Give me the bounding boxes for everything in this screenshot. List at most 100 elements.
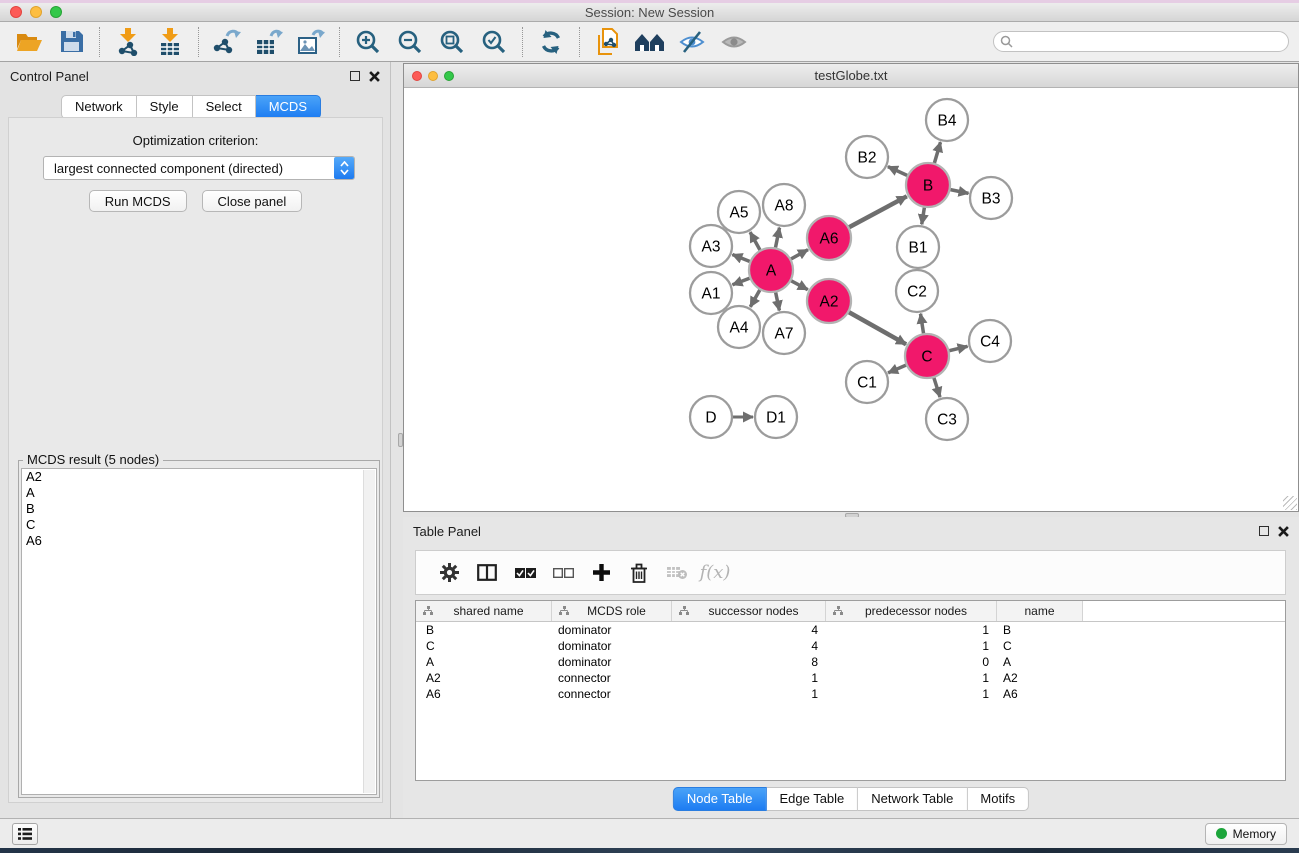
deselect-all-button[interactable]	[544, 555, 582, 591]
status-bar: Memory	[0, 818, 1299, 848]
import-network-icon	[115, 28, 141, 56]
cell[interactable]: A2	[997, 671, 1083, 685]
save-session-button[interactable]	[50, 25, 92, 59]
cell[interactable]: A	[416, 655, 552, 669]
result-item-a6[interactable]: A6	[22, 533, 376, 549]
cell[interactable]: 1	[826, 639, 997, 653]
tab-mcds[interactable]: MCDS	[256, 95, 321, 119]
table-row[interactable]: A2connector11A2	[416, 670, 1285, 686]
cell[interactable]: 1	[826, 671, 997, 685]
cell[interactable]: dominator	[552, 655, 672, 669]
result-item-a2[interactable]: A2	[22, 469, 376, 485]
column-header-predecessor-nodes[interactable]: predecessor nodes	[826, 601, 997, 621]
cell[interactable]: 1	[826, 687, 997, 701]
close-panel-button[interactable]: Close panel	[202, 190, 303, 212]
export-network-button[interactable]	[206, 25, 248, 59]
table-row[interactable]: Bdominator41B	[416, 622, 1285, 638]
tab-network[interactable]: Network	[61, 95, 137, 119]
zoom-in-button[interactable]	[347, 25, 389, 59]
show-all-button[interactable]	[713, 25, 755, 59]
close-panel-icon[interactable]	[369, 71, 380, 82]
float-table-panel-icon[interactable]	[1259, 526, 1269, 536]
cell[interactable]: dominator	[552, 623, 672, 637]
cell[interactable]: B	[416, 623, 552, 637]
export-image-button[interactable]	[290, 25, 332, 59]
node-label-C3: C3	[937, 412, 957, 429]
result-scrollbar[interactable]	[363, 470, 375, 793]
import-table-icon	[157, 28, 183, 56]
cell[interactable]: C	[997, 639, 1083, 653]
result-item-a[interactable]: A	[22, 485, 376, 501]
cell[interactable]: 1	[826, 623, 997, 637]
tab-select[interactable]: Select	[193, 95, 256, 119]
cell[interactable]: connector	[552, 687, 672, 701]
cell[interactable]: connector	[552, 671, 672, 685]
close-table-panel-icon[interactable]	[1278, 526, 1289, 537]
first-neighbors-button[interactable]	[629, 25, 671, 59]
delete-row-button[interactable]	[620, 555, 658, 591]
criterion-select[interactable]: largest connected component (directed)	[43, 156, 355, 180]
add-row-button[interactable]	[582, 555, 620, 591]
memory-button[interactable]: Memory	[1205, 823, 1287, 845]
hide-selected-button[interactable]	[671, 25, 713, 59]
node-table: shared nameMCDS rolesuccessor nodesprede…	[415, 600, 1286, 781]
column-header-successor-nodes[interactable]: successor nodes	[672, 601, 826, 621]
export-table-button[interactable]	[248, 25, 290, 59]
table-options-button[interactable]	[430, 555, 468, 591]
cell[interactable]: 4	[672, 623, 826, 637]
vertical-splitter-handle[interactable]	[398, 433, 403, 447]
cell[interactable]: B	[997, 623, 1083, 637]
float-panel-icon[interactable]	[350, 71, 360, 81]
tab-motifs[interactable]: Motifs	[967, 787, 1029, 811]
network-canvas[interactable]: B4B2BB3B1A5A8A6A3AA1A2C2A4A7C4CC1C3DD1	[404, 88, 1298, 511]
select-all-button[interactable]	[506, 555, 544, 591]
cell[interactable]: C	[416, 639, 552, 653]
column-header-name[interactable]: name	[997, 601, 1083, 621]
run-mcds-button[interactable]: Run MCDS	[89, 190, 187, 212]
network-list-button[interactable]	[12, 823, 38, 845]
import-table-button[interactable]	[149, 25, 191, 59]
attribute-icon	[423, 606, 433, 616]
node-label-B1: B1	[909, 240, 928, 257]
mcds-result-group: MCDS result (5 nodes) A2ABCA6	[18, 460, 380, 798]
cell[interactable]: 1	[672, 671, 826, 685]
desktop-strip-bottom	[0, 848, 1299, 853]
node-label-A2: A2	[820, 294, 839, 311]
tab-style[interactable]: Style	[137, 95, 193, 119]
column-header-mcds-role[interactable]: MCDS role	[552, 601, 672, 621]
cell[interactable]: 1	[672, 687, 826, 701]
column-selector-button[interactable]	[468, 555, 506, 591]
apply-layout-button[interactable]	[530, 25, 572, 59]
table-row[interactable]: Cdominator41C	[416, 638, 1285, 654]
search-input[interactable]	[993, 31, 1289, 52]
column-header-shared-name[interactable]: shared name	[416, 601, 552, 621]
zoom-fit-button[interactable]	[431, 25, 473, 59]
tab-edge-table[interactable]: Edge Table	[766, 787, 858, 811]
table-row[interactable]: A6connector11A6	[416, 686, 1285, 702]
column-label: name	[1004, 604, 1082, 618]
import-network-button[interactable]	[107, 25, 149, 59]
window-title: Session: New Session	[0, 5, 1299, 20]
show-all-eye-icon	[720, 30, 748, 54]
fx-icon: f(x)	[700, 562, 731, 583]
tab-network-table[interactable]: Network Table	[858, 787, 967, 811]
cell[interactable]: A	[997, 655, 1083, 669]
open-session-button[interactable]	[8, 25, 50, 59]
cell[interactable]: 8	[672, 655, 826, 669]
function-builder-button[interactable]: f(x)	[696, 555, 734, 591]
cell[interactable]: dominator	[552, 639, 672, 653]
window-resize-grip[interactable]	[1283, 496, 1297, 510]
table-row[interactable]: Adominator80A	[416, 654, 1285, 670]
zoom-selected-button[interactable]	[473, 25, 515, 59]
zoom-out-button[interactable]	[389, 25, 431, 59]
result-item-b[interactable]: B	[22, 501, 376, 517]
tab-node-table[interactable]: Node Table	[673, 787, 767, 811]
cell[interactable]: 4	[672, 639, 826, 653]
cell[interactable]: 0	[826, 655, 997, 669]
cell[interactable]: A2	[416, 671, 552, 685]
cell[interactable]: A6	[416, 687, 552, 701]
cell[interactable]: A6	[997, 687, 1083, 701]
result-item-c[interactable]: C	[22, 517, 376, 533]
delete-table-button[interactable]	[658, 555, 696, 591]
new-network-from-selection-button[interactable]	[587, 25, 629, 59]
